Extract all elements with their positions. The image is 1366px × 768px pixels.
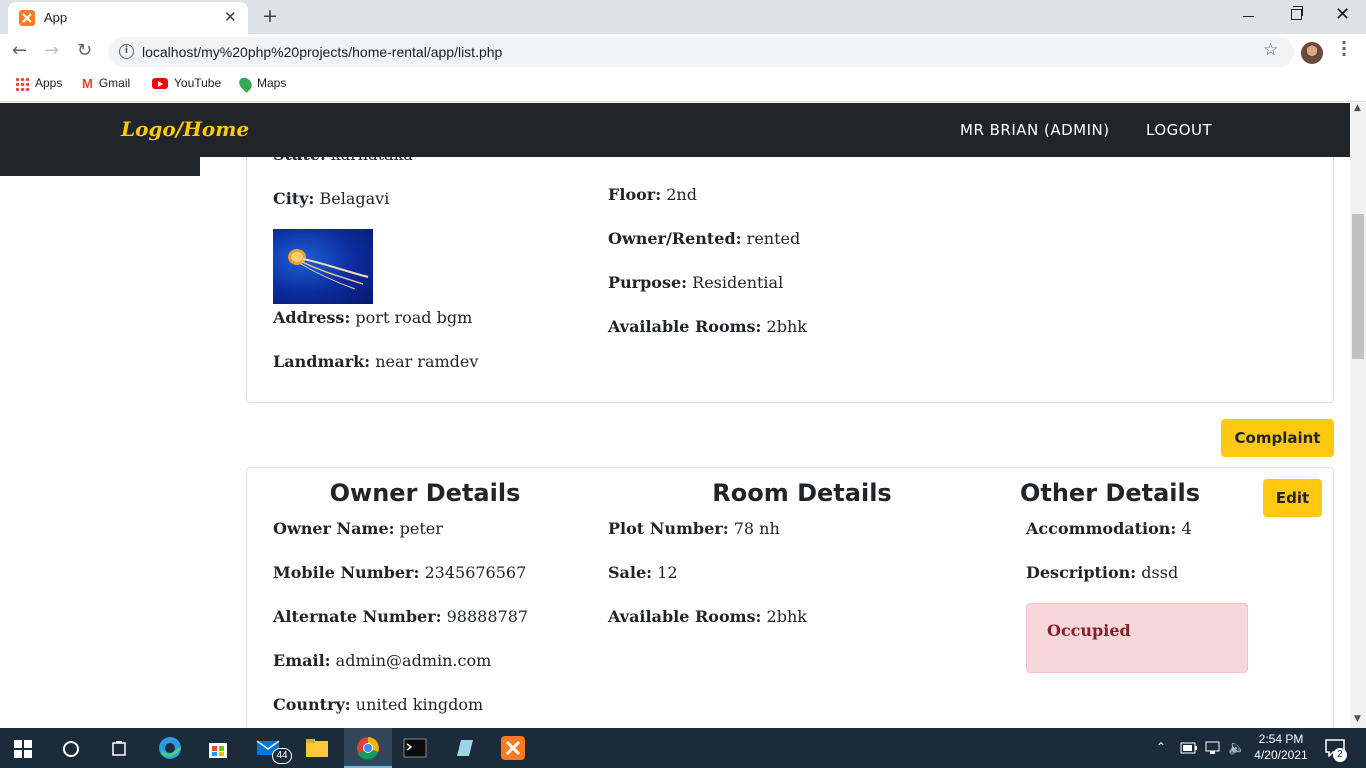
- page-scrollbar[interactable]: ▲ ▼: [1350, 103, 1366, 728]
- youtube-icon: [152, 78, 168, 90]
- sidebar-strip: [0, 157, 200, 176]
- city-field: City: Belagavi: [273, 189, 390, 208]
- scroll-thumb[interactable]: [1352, 214, 1364, 359]
- scroll-up-icon[interactable]: ▲: [1354, 103, 1361, 113]
- xampp-icon[interactable]: [501, 736, 525, 760]
- search-icon[interactable]: [62, 740, 80, 758]
- user-menu-link[interactable]: MR BRIAN (ADMIN): [960, 121, 1110, 139]
- network-icon[interactable]: [1204, 740, 1222, 756]
- owner-name-field: Owner Name: peter: [273, 519, 443, 538]
- owner-rented-field: Owner/Rented: rented: [608, 229, 801, 248]
- occupied-status-text: Occupied: [1047, 621, 1131, 640]
- owner-details-heading: Owner Details: [329, 479, 521, 507]
- browser-tabstrip: App ✕ + ✕: [0, 0, 1366, 34]
- bookmark-apps[interactable]: Apps: [15, 76, 62, 91]
- scroll-down-icon[interactable]: ▼: [1354, 714, 1361, 724]
- email-field: Email: admin@admin.com: [273, 651, 492, 670]
- logout-link[interactable]: LOGOUT: [1146, 121, 1212, 139]
- bookmarks-bar: Apps M Gmail YouTube Maps: [0, 70, 1366, 102]
- volume-icon[interactable]: 🔈: [1228, 739, 1245, 756]
- maps-pin-icon: [236, 74, 255, 93]
- clock-date[interactable]: 4/20/2021: [1251, 748, 1311, 762]
- info-icon[interactable]: i: [119, 44, 134, 59]
- chrome-icon: [357, 737, 379, 760]
- profile-avatar[interactable]: [1301, 42, 1323, 64]
- restore-icon[interactable]: [1291, 6, 1303, 20]
- apps-grid-icon: [15, 76, 29, 91]
- address-field: Address: port road bgm: [273, 308, 473, 327]
- reload-icon[interactable]: ↻: [77, 40, 92, 61]
- other-details-heading: Other Details: [1019, 479, 1201, 507]
- top-navbar: Logo/Home MR BRIAN (ADMIN) LOGOUT: [0, 103, 1350, 157]
- property-photo: [273, 229, 373, 304]
- url-text[interactable]: localhost/my%20php%20projects/home-renta…: [142, 44, 502, 60]
- browser-menu-icon[interactable]: · · ·: [1340, 35, 1348, 63]
- task-view-icon[interactable]: [110, 740, 128, 758]
- landmark-field: Landmark: near ramdev: [273, 352, 479, 371]
- bookmark-maps[interactable]: Maps: [236, 74, 286, 93]
- description-field: Description: dssd: [1026, 563, 1179, 582]
- edit-button[interactable]: Edit: [1263, 479, 1322, 517]
- purpose-field: Purpose: Residential: [608, 273, 784, 292]
- edge-icon[interactable]: [158, 736, 182, 760]
- sale-field: Sale: 12: [608, 563, 678, 582]
- back-arrow-icon[interactable]: ←: [12, 40, 27, 61]
- forward-arrow-icon[interactable]: →: [44, 40, 59, 61]
- mail-badge: 44: [272, 748, 292, 764]
- address-bar[interactable]: i localhost/my%20php%20projects/home-ren…: [108, 37, 1294, 67]
- brand-logo[interactable]: Logo/Home: [121, 117, 249, 141]
- tab-title: App: [44, 10, 68, 25]
- store-icon[interactable]: [206, 736, 230, 760]
- room-details-heading: Room Details: [712, 479, 892, 507]
- available-rooms-field: Available Rooms: 2bhk: [608, 317, 807, 336]
- alternate-number-field: Alternate Number: 98888787: [273, 607, 529, 626]
- bookmark-gmail[interactable]: M Gmail: [82, 76, 130, 91]
- window-close-icon[interactable]: ✕: [1335, 4, 1350, 25]
- floor-field: Floor: 2nd: [608, 185, 697, 204]
- battery-icon[interactable]: [1180, 742, 1198, 754]
- accommodation-field: Accommodation: 4: [1026, 519, 1192, 538]
- browser-toolbar: ← → ↻ i localhost/my%20php%20projects/ho…: [0, 34, 1366, 70]
- occupied-status-alert: Occupied: [1026, 603, 1248, 673]
- complaint-button[interactable]: Complaint: [1221, 419, 1334, 457]
- bookmark-star-icon[interactable]: ☆: [1263, 40, 1278, 60]
- tab-close-icon[interactable]: ✕: [224, 8, 237, 26]
- terminal-icon[interactable]: [403, 736, 427, 760]
- chrome-taskbar-button[interactable]: [344, 728, 392, 768]
- show-hidden-icons[interactable]: ⌃: [1156, 740, 1166, 754]
- bookmark-youtube[interactable]: YouTube: [152, 76, 221, 90]
- clock-time[interactable]: 2:54 PM: [1251, 732, 1311, 746]
- mobile-number-field: Mobile Number: 2345676567: [273, 563, 527, 582]
- xampp-favicon-icon: [19, 10, 35, 26]
- notification-count-badge: 2: [1333, 748, 1347, 762]
- minimize-icon[interactable]: [1243, 16, 1254, 17]
- country-field: Country: united kingdom: [273, 695, 484, 714]
- notepad-icon[interactable]: [452, 736, 476, 760]
- windows-taskbar: 44 ⌃ 🔈 2:54 PM 4/20/2021 2: [0, 728, 1366, 768]
- plot-number-field: Plot Number: 78 nh: [608, 519, 780, 538]
- new-tab-icon[interactable]: +: [262, 5, 278, 27]
- windows-start-icon[interactable]: [14, 740, 32, 758]
- file-explorer-icon[interactable]: [305, 736, 329, 760]
- gmail-icon: M: [82, 76, 93, 92]
- available-rooms-field: Available Rooms: 2bhk: [608, 607, 807, 626]
- page-viewport: State: karnataka City: Belagavi Address:…: [0, 103, 1366, 728]
- browser-tab[interactable]: App ✕: [8, 2, 248, 34]
